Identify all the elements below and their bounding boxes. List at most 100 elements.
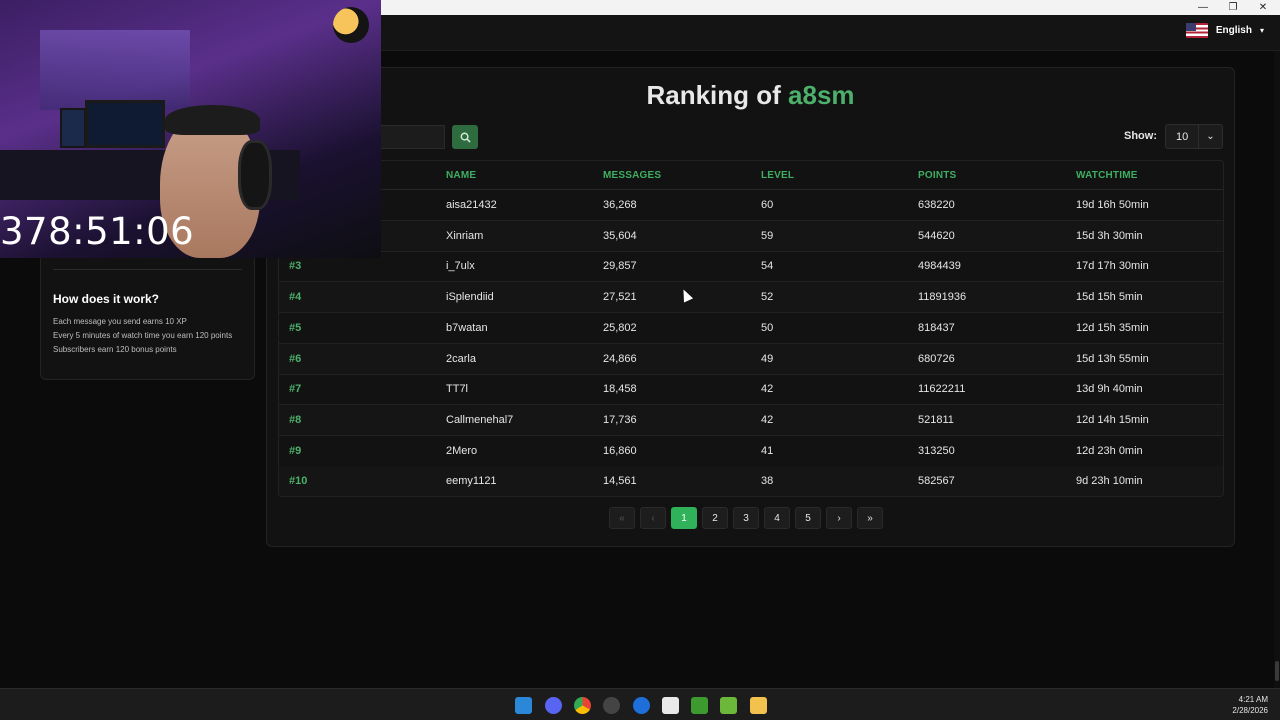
column-header-points[interactable]: POINTS (918, 170, 956, 181)
ranking-table: NAME MESSAGES LEVEL POINTS WATCHTIME ais… (278, 160, 1224, 497)
close-button[interactable]: ✕ (1248, 0, 1278, 15)
cell-points: 11622211 (918, 383, 966, 396)
restore-button[interactable]: ❐ (1218, 0, 1248, 15)
prev-page-button[interactable]: ‹ (640, 507, 666, 529)
next-page-button[interactable]: › (826, 507, 852, 529)
how-it-works-title: How does it work? (53, 292, 160, 306)
page-button-4[interactable]: 4 (764, 507, 790, 529)
chevron-down-icon: ▾ (1259, 26, 1264, 35)
cell-messages: 18,458 (603, 383, 637, 396)
cell-level: 41 (761, 444, 774, 457)
minecraft-icon[interactable] (691, 697, 708, 714)
roblox-icon[interactable] (662, 697, 679, 714)
discord-icon[interactable] (545, 697, 562, 714)
cell-name: Callmenehal7 (446, 413, 514, 426)
table-row: #3 i_7ulx 29,857 54 4984439 17d 17h 30min (279, 251, 1223, 283)
cell-rank: #10 (289, 475, 308, 488)
cell-points: 544620 (918, 229, 955, 242)
cell-name: 2Mero (446, 444, 478, 457)
cell-level: 42 (761, 413, 774, 426)
cell-level: 52 (761, 291, 774, 304)
ranking-card: Ranking of a8sm Show: 10 ⌄ NAME MESSAGES… (266, 67, 1235, 547)
start-icon[interactable] (515, 697, 532, 714)
cell-watchtime: 9d 23h 10min (1076, 475, 1143, 488)
page-button-5[interactable]: 5 (795, 507, 821, 529)
cell-points: 818437 (918, 321, 955, 334)
cell-rank: #8 (289, 413, 302, 426)
page-size-select[interactable]: 10 ⌄ (1165, 124, 1223, 149)
cell-watchtime: 12d 14h 15min (1076, 413, 1149, 426)
cell-points: 521811 (918, 413, 954, 426)
cell-level: 38 (761, 475, 774, 488)
cube-app-icon[interactable] (720, 697, 737, 714)
clock-time: 4:21 AM (1238, 695, 1268, 704)
cell-name: TT7l (446, 383, 468, 396)
minimize-button[interactable]: — (1188, 0, 1218, 15)
table-header: NAME MESSAGES LEVEL POINTS WATCHTIME (279, 161, 1223, 190)
how-line-subscribers: Subscribers earn 120 bonus points (53, 345, 177, 354)
language-label: English (1215, 25, 1252, 36)
page-size-value: 10 (1176, 130, 1189, 143)
moon-logo-icon (333, 7, 369, 43)
cell-messages: 35,604 (603, 229, 637, 242)
file-explorer-icon[interactable] (750, 697, 767, 714)
cell-rank: #7 (289, 383, 302, 396)
table-row: #7 TT7l 18,458 42 11622211 13d 9h 40min (279, 374, 1223, 406)
scrollbar-thumb[interactable] (1275, 661, 1279, 681)
chrome-icon[interactable] (574, 697, 591, 714)
streamer-hair (165, 105, 260, 135)
webcam-monitor (60, 108, 86, 148)
cell-messages: 36,268 (603, 199, 637, 211)
table-row: #8 Callmenehal7 17,736 42 521811 12d 14h 15mi… (279, 404, 1223, 436)
taskbar: 4:21 AM 2/28/2026 (0, 688, 1280, 720)
cell-name: i_7ulx (446, 260, 475, 273)
cell-points: 4984439 (918, 260, 961, 273)
webcam-background (40, 30, 190, 110)
cell-watchtime: 19d 16h 50min (1076, 199, 1149, 211)
search-button[interactable] (452, 125, 478, 149)
page-button-3[interactable]: 3 (733, 507, 759, 529)
us-flag-icon (1185, 23, 1208, 38)
column-header-name[interactable]: NAME (446, 170, 476, 181)
cell-messages: 16,860 (603, 444, 637, 457)
cell-name: aisa21432 (446, 199, 497, 211)
webcam-overlay: 378:51:06 (0, 0, 381, 258)
cell-messages: 25,802 (603, 321, 637, 334)
cell-watchtime: 15d 15h 5min (1076, 291, 1143, 304)
cell-points: 638220 (918, 199, 955, 211)
page-button-2[interactable]: 2 (702, 507, 728, 529)
column-header-level[interactable]: LEVEL (761, 170, 794, 181)
table-row: #6 2carla 24,866 49 680726 15d 13h 55min (279, 343, 1223, 375)
cell-name: b7watan (446, 321, 488, 334)
column-header-messages[interactable]: MESSAGES (603, 170, 661, 181)
cell-level: 54 (761, 260, 774, 273)
how-line-messages: Each message you send earns 10 XP (53, 317, 187, 326)
channel-name: a8sm (788, 80, 855, 110)
cell-level: 59 (761, 229, 774, 242)
cell-name: 2carla (446, 352, 476, 365)
sidebar-divider (53, 269, 242, 270)
column-header-watchtime[interactable]: WATCHTIME (1076, 170, 1138, 181)
app-icon[interactable] (633, 697, 650, 714)
cell-name: Xinriam (446, 229, 484, 242)
cell-points: 680726 (918, 352, 955, 365)
obs-icon[interactable] (603, 697, 620, 714)
page-scrollbar[interactable] (1274, 51, 1280, 688)
cell-level: 50 (761, 321, 774, 334)
cell-level: 60 (761, 199, 774, 211)
cell-level: 42 (761, 383, 774, 396)
cell-rank: #9 (289, 444, 302, 457)
table-row: Xinriam 35,604 59 544620 15d 3h 30min (279, 220, 1223, 252)
language-selector[interactable]: English ▾ (1185, 23, 1264, 38)
cell-points: 313250 (918, 444, 955, 457)
page-button-1[interactable]: 1 (671, 507, 697, 529)
cell-watchtime: 15d 13h 55min (1076, 352, 1149, 365)
system-clock[interactable]: 4:21 AM 2/28/2026 (1232, 694, 1268, 716)
table-row: #10 eemy1121 14,561 38 582567 9d 23h 10min (279, 466, 1223, 496)
cell-points: 11891936 (918, 291, 967, 304)
first-page-button[interactable]: « (609, 507, 635, 529)
cell-watchtime: 17d 17h 30min (1076, 260, 1149, 273)
show-label: Show: (1124, 130, 1157, 142)
last-page-button[interactable]: » (857, 507, 883, 529)
search-icon (460, 132, 471, 143)
